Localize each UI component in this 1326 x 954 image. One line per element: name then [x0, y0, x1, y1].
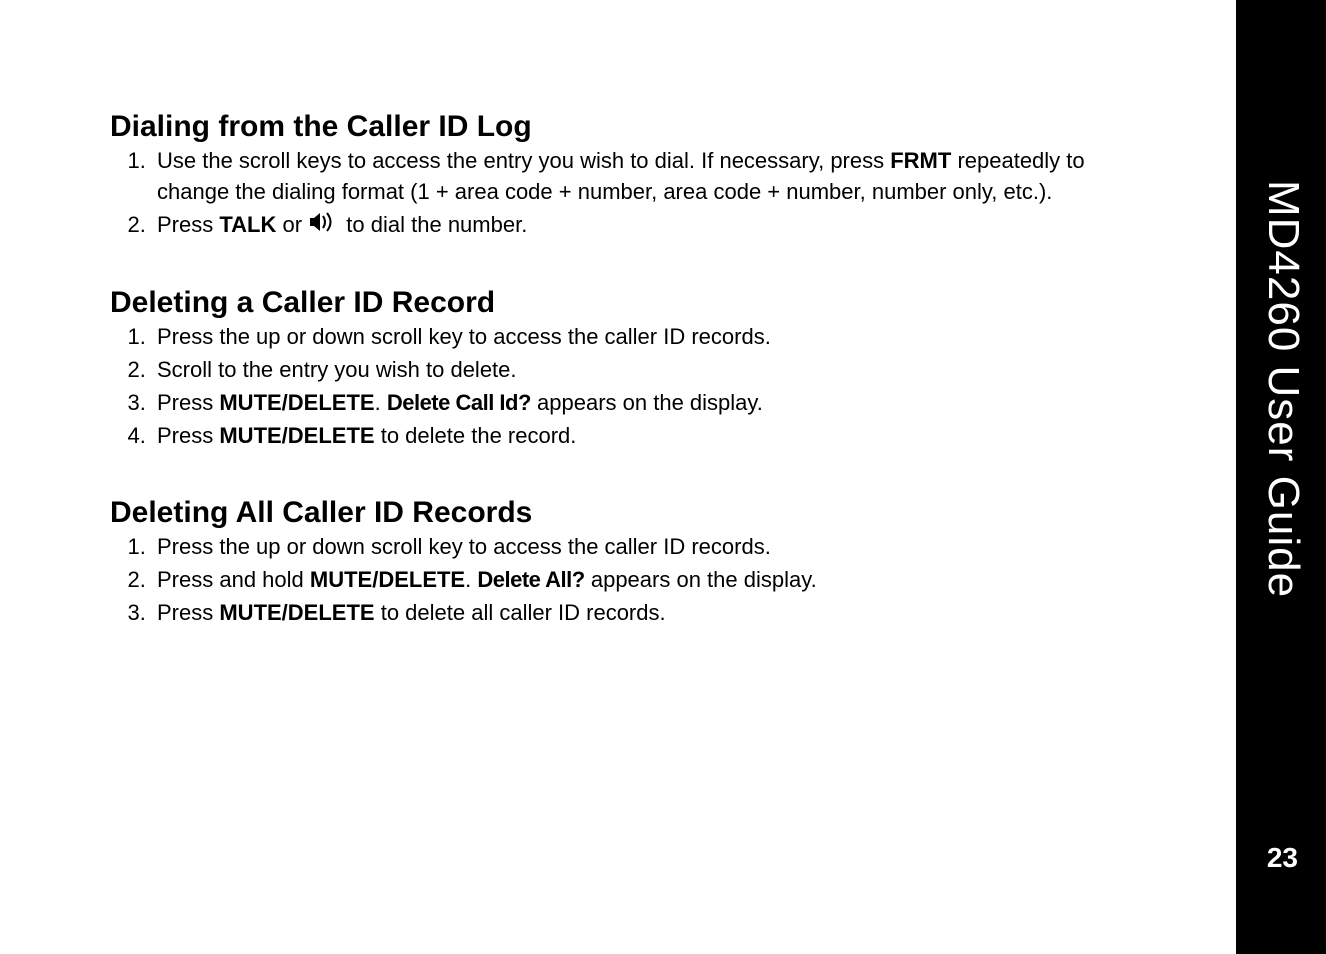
list-item: Press MUTE/DELETE. Delete Call Id? appea… — [152, 388, 1130, 419]
key-mute-delete: MUTE/DELETE — [219, 390, 374, 415]
text: Press — [157, 390, 219, 415]
sidebar: MD4260 User Guide 23 — [1236, 0, 1326, 954]
key-talk: TALK — [219, 212, 276, 237]
key-mute-delete: MUTE/DELETE — [219, 600, 374, 625]
speaker-icon — [310, 210, 338, 241]
text: . — [375, 390, 387, 415]
text: Press — [157, 423, 219, 448]
text: Press the up or down scroll key to acces… — [157, 534, 771, 559]
document-title: MD4260 User Guide — [1258, 180, 1308, 598]
heading-delete-record: Deleting a Caller ID Record — [110, 286, 1130, 320]
list-item: Press MUTE/DELETE to delete the record. — [152, 421, 1130, 452]
text: appears on the display. — [585, 567, 817, 592]
list-item: Use the scroll keys to access the entry … — [152, 146, 1130, 208]
text: or — [276, 212, 308, 237]
list-delete-all: Press the up or down scroll key to acces… — [110, 532, 1130, 628]
text: appears on the display. — [531, 390, 763, 415]
text: to dial the number. — [340, 212, 527, 237]
text: Use the scroll keys to access the entry … — [157, 148, 890, 173]
list-item: Press the up or down scroll key to acces… — [152, 532, 1130, 563]
text: Press — [157, 600, 219, 625]
text: to delete the record. — [375, 423, 577, 448]
section-delete-record: Deleting a Caller ID Record Press the up… — [110, 286, 1130, 451]
key-frmt: FRMT — [890, 148, 951, 173]
section-dialing: Dialing from the Caller ID Log Use the s… — [110, 110, 1130, 241]
text: to delete all caller ID records. — [375, 600, 666, 625]
display-text: Delete Call Id? — [387, 390, 531, 415]
section-delete-all: Deleting All Caller ID Records Press the… — [110, 496, 1130, 628]
text: Scroll to the entry you wish to delete. — [157, 357, 517, 382]
heading-delete-all: Deleting All Caller ID Records — [110, 496, 1130, 530]
list-item: Press and hold MUTE/DELETE. Delete All? … — [152, 565, 1130, 596]
list-item: Press TALK or to dial the number. — [152, 210, 1130, 242]
page-number: 23 — [1267, 842, 1298, 874]
list-item: Press the up or down scroll key to acces… — [152, 322, 1130, 353]
text: Press — [157, 212, 219, 237]
heading-dialing: Dialing from the Caller ID Log — [110, 110, 1130, 144]
text: Press and hold — [157, 567, 310, 592]
text: Press the up or down scroll key to acces… — [157, 324, 771, 349]
list-dialing: Use the scroll keys to access the entry … — [110, 146, 1130, 241]
display-text: Delete All? — [477, 567, 584, 592]
key-mute-delete: MUTE/DELETE — [310, 567, 465, 592]
page-content: Dialing from the Caller ID Log Use the s… — [110, 110, 1130, 674]
list-item: Press MUTE/DELETE to delete all caller I… — [152, 598, 1130, 629]
list-delete-record: Press the up or down scroll key to acces… — [110, 322, 1130, 451]
list-item: Scroll to the entry you wish to delete. — [152, 355, 1130, 386]
text: . — [465, 567, 477, 592]
key-mute-delete: MUTE/DELETE — [219, 423, 374, 448]
